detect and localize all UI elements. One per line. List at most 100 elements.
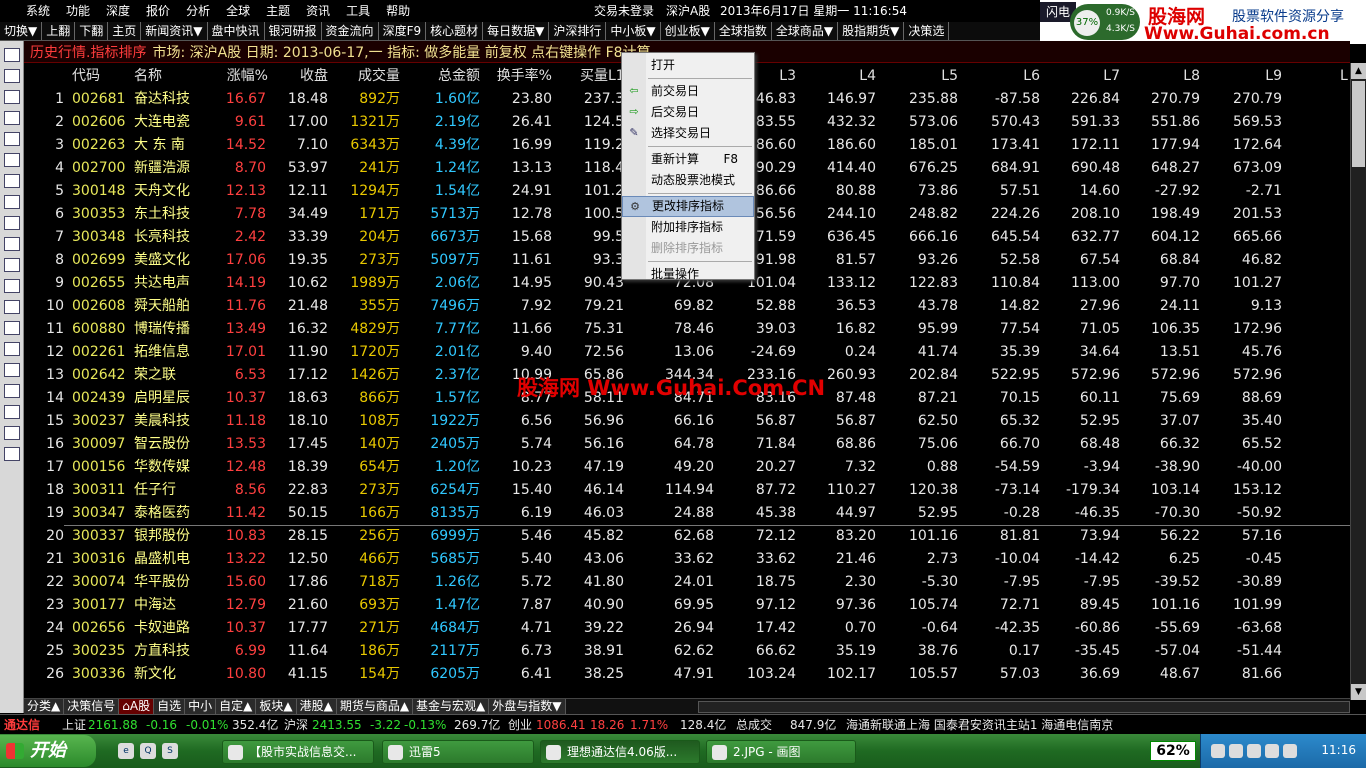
chart-icon[interactable] <box>4 90 20 104</box>
toolbar-button[interactable]: 每日数据▼ <box>483 22 550 40</box>
app-quicklaunch-icon[interactable]: S <box>162 743 178 759</box>
column-header[interactable]: L4 <box>816 65 876 88</box>
toolbar-button[interactable]: 全球商品▼ <box>772 22 839 40</box>
tab-item[interactable]: 外盘与指数▼ <box>489 699 566 714</box>
menu-item[interactable]: 系统 <box>0 0 58 22</box>
context-item[interactable]: 批量操作 <box>622 264 754 285</box>
column-header[interactable]: 总金额 <box>420 65 480 88</box>
tab-item[interactable]: 板块▲ <box>256 699 297 714</box>
column-header[interactable]: 成交量 <box>340 65 400 88</box>
toolbar-button[interactable]: 盘中快讯 <box>208 22 265 40</box>
toolbar-button[interactable]: 银河研报 <box>265 22 322 40</box>
table-row[interactable]: 22 300074 华平股份 15.60 17.86 718万 1.26亿 5.72 41.80… <box>24 571 1350 594</box>
menu-item[interactable]: 工具 <box>338 0 378 22</box>
toolbar-button[interactable]: 上翻 <box>42 22 76 40</box>
table-row[interactable]: 12 002261 拓维信息 17.01 11.90 1720万 2.01亿 9.40 72.5… <box>24 341 1350 364</box>
tab-item[interactable]: 分类▲ <box>24 699 65 714</box>
scroll-up-icon[interactable]: ▲ <box>1351 63 1366 79</box>
toolbar-button[interactable]: 主页 <box>108 22 142 40</box>
ie-icon[interactable]: e <box>118 743 134 759</box>
tray-icon-2[interactable] <box>1229 744 1243 758</box>
toolbar-button[interactable]: 核心题材 <box>426 22 484 40</box>
column-header[interactable]: 涨幅% <box>208 65 268 88</box>
toolbar-button[interactable]: 资金流向 <box>322 22 379 40</box>
toolbar-button[interactable]: 沪深排行 <box>549 22 607 40</box>
column-header[interactable]: L6 <box>980 65 1040 88</box>
column-header[interactable]: L7 <box>1060 65 1120 88</box>
toolbar-button[interactable]: 决策选 <box>904 22 950 40</box>
tray-icon-5[interactable] <box>1283 744 1297 758</box>
context-item[interactable]: ✎ 选择交易日 <box>622 123 754 144</box>
tab-item[interactable]: 自定▲ <box>216 699 257 714</box>
table-row[interactable]: 18 300311 任子行 8.56 22.83 273万 6254万 15.40 46.14 1… <box>24 479 1350 502</box>
menu-item[interactable]: 报价 <box>138 0 178 22</box>
open-icon[interactable] <box>4 363 20 377</box>
qq-icon[interactable]: Q <box>140 743 156 759</box>
column-header[interactable]: L9 <box>1222 65 1282 88</box>
list-icon[interactable] <box>4 48 20 62</box>
menu-item[interactable]: 分析 <box>178 0 218 22</box>
fwd-icon[interactable] <box>4 426 20 440</box>
tab-item[interactable]: 港股▲ <box>296 699 337 714</box>
column-header[interactable]: 买量L1 <box>580 65 625 88</box>
menu-item[interactable]: 主题 <box>258 0 298 22</box>
taskbar-task[interactable]: 2.JPG - 画图 <box>706 740 856 764</box>
menu-item[interactable]: 功能 <box>58 0 98 22</box>
table-row[interactable]: 20 300337 银邦股份 10.83 28.15 256万 6999万 5.46 45.82… <box>24 525 1350 548</box>
context-item[interactable]: 附加排序指标 <box>622 217 754 238</box>
context-item[interactable]: ⇦ 前交易日 <box>622 81 754 102</box>
edit-icon[interactable] <box>4 300 20 314</box>
column-header[interactable]: L <box>1340 65 1348 88</box>
table-row[interactable]: 15 300237 美晨科技 11.18 18.10 108万 1922万 6.56 56.96… <box>24 410 1350 433</box>
table-row[interactable]: 23 300177 中海达 12.79 21.60 693万 1.47亿 7.87 40.90 6… <box>24 594 1350 617</box>
tab-item[interactable]: 中小 <box>185 699 217 714</box>
context-item[interactable]: 打开 <box>622 55 754 76</box>
doc-icon[interactable] <box>4 174 20 188</box>
table-row[interactable]: 16 300097 智云股份 13.53 17.45 140万 2405万 5.74 56.16… <box>24 433 1350 456</box>
tab-item[interactable]: 自选 <box>154 699 186 714</box>
toolbar-button[interactable]: 下翻 <box>75 22 109 40</box>
menu-item[interactable]: 资讯 <box>298 0 338 22</box>
edit2-icon[interactable] <box>4 321 20 335</box>
table-row[interactable]: 24 002656 卡奴迪路 10.37 17.77 271万 4684万 4.71 39.22… <box>24 617 1350 640</box>
tray-icon-4[interactable] <box>1265 744 1279 758</box>
menu-item[interactable]: 帮助 <box>378 0 418 22</box>
context-item[interactable]: 重新计算 F8 <box>622 149 754 170</box>
note-icon[interactable] <box>4 342 20 356</box>
battery-percent[interactable]: 62% <box>1150 741 1196 761</box>
tray-icon-1[interactable] <box>1211 744 1225 758</box>
taskbar-task[interactable]: 【股市实战信息交... <box>222 740 374 764</box>
kline-icon[interactable] <box>4 111 20 125</box>
toolbar-button[interactable]: 深度F9 <box>379 22 427 40</box>
grid-icon[interactable] <box>4 69 20 83</box>
toolbar-button[interactable]: 切换▼ <box>0 22 43 40</box>
table-row[interactable]: 25 300235 方直科技 6.99 11.64 186万 2117万 6.73 38.91 6… <box>24 640 1350 663</box>
table-row[interactable]: 19 300347 泰格医药 11.42 50.15 166万 8135万 6.19 46.03… <box>24 502 1350 525</box>
table-row[interactable]: 11 600880 博瑞传播 13.49 16.32 4829万 7.77亿 11.66 75.… <box>24 318 1350 341</box>
tab-item[interactable]: 决策信号 <box>64 699 120 714</box>
column-header[interactable]: 收盘 <box>268 65 328 88</box>
scroll-down-icon[interactable]: ▼ <box>1351 684 1366 700</box>
column-header[interactable]: L5 <box>898 65 958 88</box>
vertical-scrollbar[interactable]: ▲ ▼ <box>1350 63 1366 700</box>
search-icon[interactable] <box>4 258 20 272</box>
start-button[interactable]: 开始 <box>0 735 96 767</box>
tray-icon-3[interactable] <box>1247 744 1261 758</box>
doc2-icon[interactable] <box>4 195 20 209</box>
table-icon[interactable] <box>4 132 20 146</box>
tab-item[interactable]: ⌂A股 <box>119 699 155 714</box>
table-row[interactable]: 10 002608 舜天船舶 11.76 21.48 355万 7496万 7.92 79.21… <box>24 295 1350 318</box>
context-item[interactable]: ⇨ 后交易日 <box>622 102 754 123</box>
table-row[interactable]: 26 300336 新文化 10.80 41.15 154万 6205万 6.41 38.25 4… <box>24 663 1350 686</box>
context-item[interactable]: ⚙ 更改排序指标 <box>622 196 754 217</box>
fin2-icon[interactable] <box>4 216 20 230</box>
tab-item[interactable]: 基金与宏观▲ <box>413 699 490 714</box>
taskbar-task[interactable]: 迅雷5 <box>382 740 534 764</box>
column-header[interactable]: L8 <box>1140 65 1200 88</box>
table-row[interactable]: 21 300316 晶盛机电 13.22 12.50 466万 5685万 5.40 43.06… <box>24 548 1350 571</box>
table-row[interactable]: 17 000156 华数传媒 12.48 18.39 654万 1.20亿 10.23 47.1… <box>24 456 1350 479</box>
toolbar-button[interactable]: 新闻资讯▼ <box>141 22 208 40</box>
back-icon[interactable] <box>4 405 20 419</box>
toolbar-button[interactable]: 股指期货▼ <box>838 22 905 40</box>
fin-icon[interactable] <box>4 153 20 167</box>
